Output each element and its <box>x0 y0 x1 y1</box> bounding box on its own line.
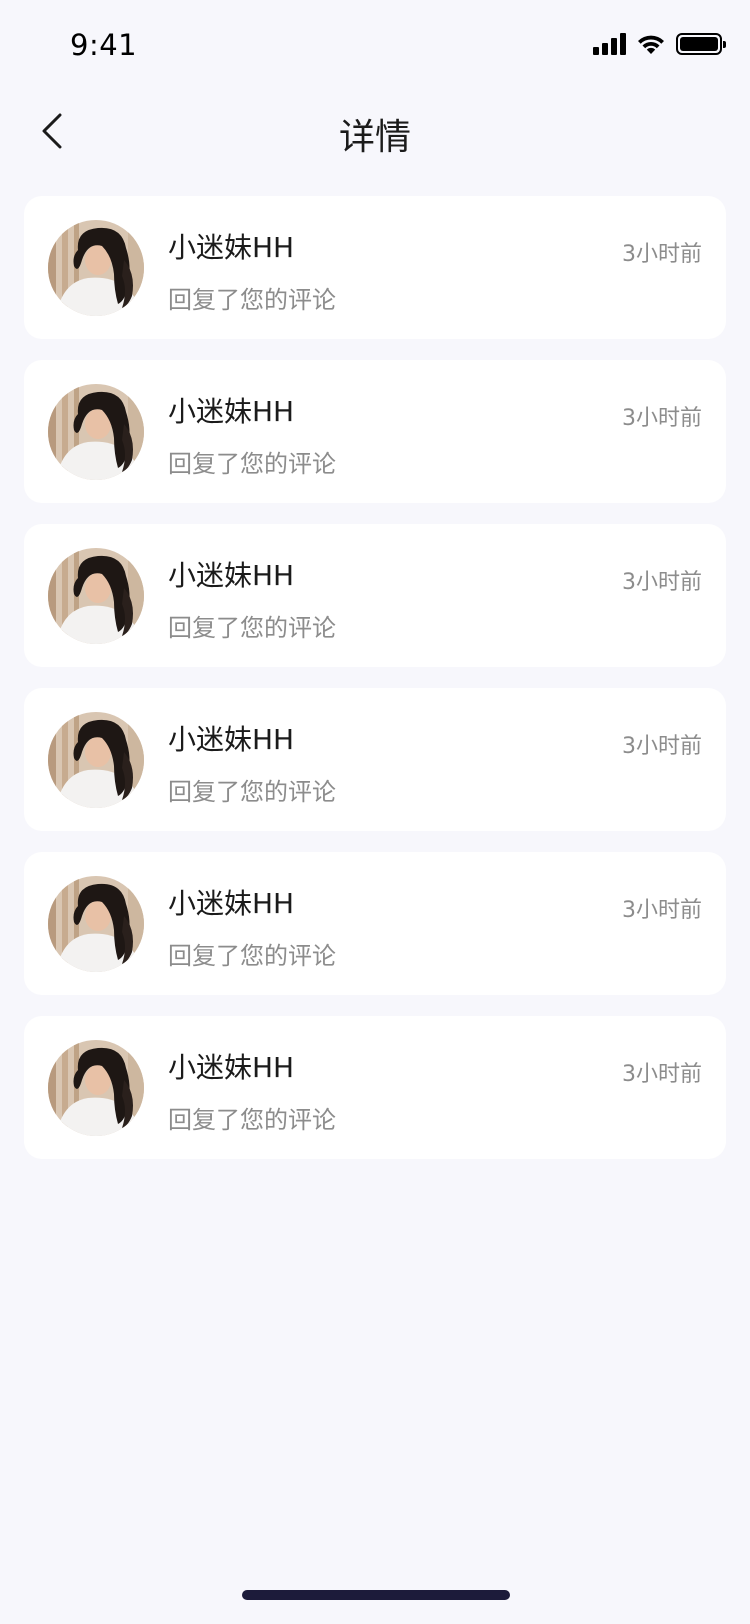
nav-bar: 详情 <box>0 88 750 176</box>
cellular-signal-icon <box>593 33 626 55</box>
notification-message: 回复了您的评论 <box>168 1106 336 1134</box>
notification-time: 3小时前 <box>622 242 702 267</box>
status-time: 9:41 <box>70 28 138 62</box>
notification-message: 回复了您的评论 <box>168 614 336 642</box>
list-item[interactable]: 小迷妹HH 回复了您的评论 3小时前 <box>24 1016 726 1159</box>
notification-time: 3小时前 <box>622 406 702 431</box>
status-icons <box>593 33 726 55</box>
list-item[interactable]: 小迷妹HH 回复了您的评论 3小时前 <box>24 852 726 995</box>
avatar <box>48 876 144 972</box>
notification-time: 3小时前 <box>622 898 702 923</box>
sender-name: 小迷妹HH <box>168 723 295 756</box>
sender-name: 小迷妹HH <box>168 1051 295 1084</box>
wifi-icon <box>638 35 664 54</box>
home-indicator[interactable] <box>242 1590 510 1600</box>
sender-name: 小迷妹HH <box>168 395 295 428</box>
list-item[interactable]: 小迷妹HH 回复了您的评论 3小时前 <box>24 524 726 667</box>
avatar <box>48 384 144 480</box>
sender-name: 小迷妹HH <box>168 559 295 592</box>
list-item[interactable]: 小迷妹HH 回复了您的评论 3小时前 <box>24 688 726 831</box>
notification-list: 小迷妹HH 回复了您的评论 3小时前 小迷妹HH 回复了您的评论 3小时前 小迷… <box>24 196 726 1180</box>
sender-name: 小迷妹HH <box>168 887 295 920</box>
battery-icon <box>676 33 726 55</box>
avatar <box>48 712 144 808</box>
status-bar: 9:41 <box>0 0 750 88</box>
page-title: 详情 <box>338 117 411 158</box>
notification-message: 回复了您的评论 <box>168 450 336 478</box>
list-item[interactable]: 小迷妹HH 回复了您的评论 3小时前 <box>24 360 726 503</box>
sender-name: 小迷妹HH <box>168 231 295 264</box>
notification-message: 回复了您的评论 <box>168 778 336 806</box>
notification-time: 3小时前 <box>622 570 702 595</box>
avatar <box>48 1040 144 1136</box>
notification-time: 3小时前 <box>622 734 702 759</box>
notification-message: 回复了您的评论 <box>168 286 336 314</box>
notification-time: 3小时前 <box>622 1062 702 1087</box>
avatar <box>48 548 144 644</box>
notification-message: 回复了您的评论 <box>168 942 336 970</box>
avatar <box>48 220 144 316</box>
list-item[interactable]: 小迷妹HH 回复了您的评论 3小时前 <box>24 196 726 339</box>
